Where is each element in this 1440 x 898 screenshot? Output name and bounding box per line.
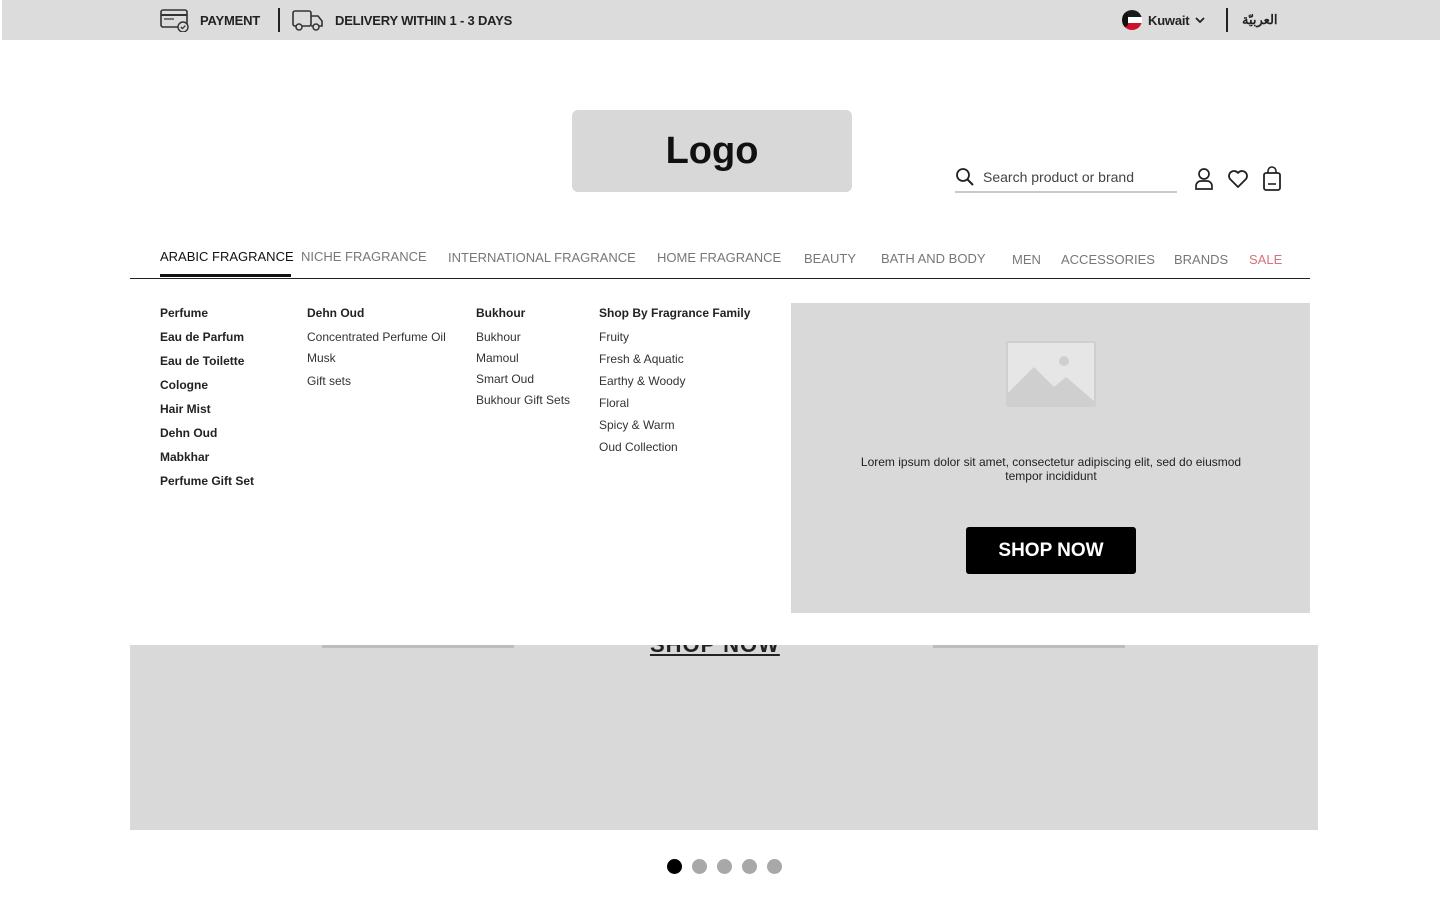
menu-link-oud-collection[interactable]: Oud Collection — [599, 440, 750, 462]
menu-link-fresh-aquatic[interactable]: Fresh & Aquatic — [599, 352, 750, 374]
menu-link-hair-mist[interactable]: Hair Mist — [160, 402, 254, 426]
menu-column-title[interactable]: Dehn Oud — [307, 306, 446, 330]
divider — [278, 8, 280, 32]
hero-banner: SHOP NOW — [130, 645, 1318, 830]
chevron-down-icon — [1195, 16, 1206, 24]
menu-column-fragrance-family: Shop By Fragrance Family Fruity Fresh & … — [599, 306, 750, 462]
menu-link-bukhour[interactable]: Bukhour — [476, 330, 570, 351]
menu-column-title[interactable]: Bukhour — [476, 306, 570, 330]
credit-card-icon — [160, 8, 190, 32]
nav-item-bath-and-body[interactable]: BATH AND BODY — [881, 251, 986, 266]
search-icon[interactable] — [955, 167, 975, 187]
divider — [1226, 8, 1228, 32]
menu-column-bukhour: Bukhour Bukhour Mamoul Smart Oud Bukhour… — [476, 306, 570, 414]
delivery-info: DELIVERY WITHIN 1 - 3 DAYS — [291, 0, 512, 40]
nav-item-sale[interactable]: SALE — [1249, 252, 1282, 267]
menu-link-bukhour-gift-sets[interactable]: Bukhour Gift Sets — [476, 393, 570, 414]
heart-icon[interactable] — [1226, 166, 1250, 192]
menu-link-cologne[interactable]: Cologne — [160, 378, 254, 402]
menu-link-concentrated-perfume-oil[interactable]: Concentrated Perfume Oil — [307, 330, 446, 351]
carousel-pagination — [667, 859, 782, 874]
menu-link-perfume-gift-set[interactable]: Perfume Gift Set — [160, 474, 254, 498]
menu-link-mamoul[interactable]: Mamoul — [476, 351, 570, 372]
carousel-dot[interactable] — [742, 859, 757, 874]
nav-item-men[interactable]: MEN — [1012, 252, 1041, 267]
hero-shop-now-link[interactable]: SHOP NOW — [650, 645, 780, 658]
account-icon[interactable] — [1192, 166, 1216, 192]
menu-link-dehn-oud[interactable]: Dehn Oud — [160, 426, 254, 450]
menu-link-musk[interactable]: Musk — [307, 351, 446, 374]
menu-link-perfume[interactable]: Perfume — [160, 306, 254, 330]
search-bar — [955, 163, 1177, 193]
country-label: Kuwait — [1148, 12, 1190, 28]
image-placeholder-icon — [1006, 341, 1096, 407]
nav-item-accessories[interactable]: ACCESSORIES — [1061, 252, 1155, 267]
payment-info: PAYMENT — [160, 0, 260, 40]
menu-link-earthy-woody[interactable]: Earthy & Woody — [599, 374, 750, 396]
nav-item-arabic-fragrance[interactable]: ARABIC FRAGRANCE — [160, 249, 294, 264]
menu-column-fragrance-types: Perfume Eau de Parfum Eau de Toilette Co… — [160, 306, 254, 498]
kuwait-flag-icon — [1122, 10, 1142, 30]
payment-label: PAYMENT — [200, 12, 261, 28]
nav-item-home-fragrance[interactable]: HOME FRAGRANCE — [657, 250, 781, 265]
menu-column-dehn-oud: Dehn Oud Concentrated Perfume Oil Musk G… — [307, 306, 446, 395]
menu-link-eau-de-toilette[interactable]: Eau de Toilette — [160, 354, 254, 378]
delivery-truck-icon — [291, 8, 325, 32]
menu-link-eau-de-parfum[interactable]: Eau de Parfum — [160, 330, 254, 354]
hero-element — [933, 645, 1125, 648]
carousel-dot[interactable] — [692, 859, 707, 874]
menu-link-fruity[interactable]: Fruity — [599, 330, 750, 352]
carousel-dot[interactable] — [667, 859, 682, 874]
menu-link-smart-oud[interactable]: Smart Oud — [476, 372, 570, 393]
main-nav: ARABIC FRAGRANCE NICHE FRAGRANCE INTERNA… — [130, 240, 1310, 279]
country-selector[interactable]: Kuwait — [1122, 0, 1206, 40]
menu-link-mabkhar[interactable]: Mabkhar — [160, 450, 254, 474]
menu-promo-banner: Lorem ipsum dolor sit amet, consectetur … — [791, 303, 1310, 613]
nav-item-beauty[interactable]: BEAUTY — [804, 251, 856, 266]
shop-now-button[interactable]: SHOP NOW — [966, 527, 1136, 574]
nav-item-brands[interactable]: BRANDS — [1174, 252, 1228, 267]
carousel-dot[interactable] — [767, 859, 782, 874]
menu-column-title[interactable]: Shop By Fragrance Family — [599, 306, 750, 330]
promo-description: Lorem ipsum dolor sit amet, consectetur … — [860, 455, 1242, 483]
active-tab-indicator — [160, 274, 291, 277]
menu-link-gift-sets[interactable]: Gift sets — [307, 374, 446, 395]
search-input[interactable] — [983, 169, 1173, 185]
carousel-dot[interactable] — [717, 859, 732, 874]
menu-link-spicy-warm[interactable]: Spicy & Warm — [599, 418, 750, 440]
logo[interactable]: Logo — [572, 110, 852, 192]
shopping-bag-icon[interactable] — [1260, 166, 1284, 192]
nav-item-international-fragrance[interactable]: INTERNATIONAL FRAGRANCE — [448, 250, 636, 265]
top-info-bar: PAYMENT DELIVERY WITHIN 1 - 3 DAYS Kuwai… — [2, 0, 1440, 40]
delivery-label: DELIVERY WITHIN 1 - 3 DAYS — [335, 12, 513, 28]
language-switch[interactable]: العربيّة — [1242, 0, 1278, 40]
nav-item-niche-fragrance[interactable]: NICHE FRAGRANCE — [301, 249, 427, 264]
menu-link-floral[interactable]: Floral — [599, 396, 750, 418]
hero-element — [322, 645, 514, 648]
